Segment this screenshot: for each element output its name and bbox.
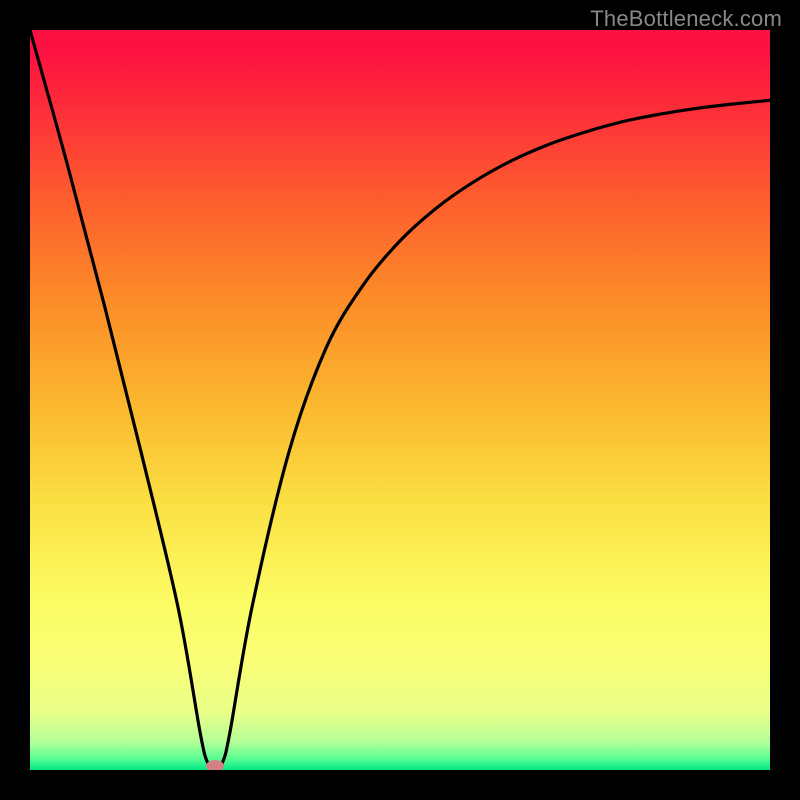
chart-svg [30,30,770,770]
bottleneck-curve-path [30,30,770,770]
plot-area [30,30,770,770]
chart-frame: TheBottleneck.com [0,0,800,800]
watermark-text: TheBottleneck.com [590,6,782,32]
